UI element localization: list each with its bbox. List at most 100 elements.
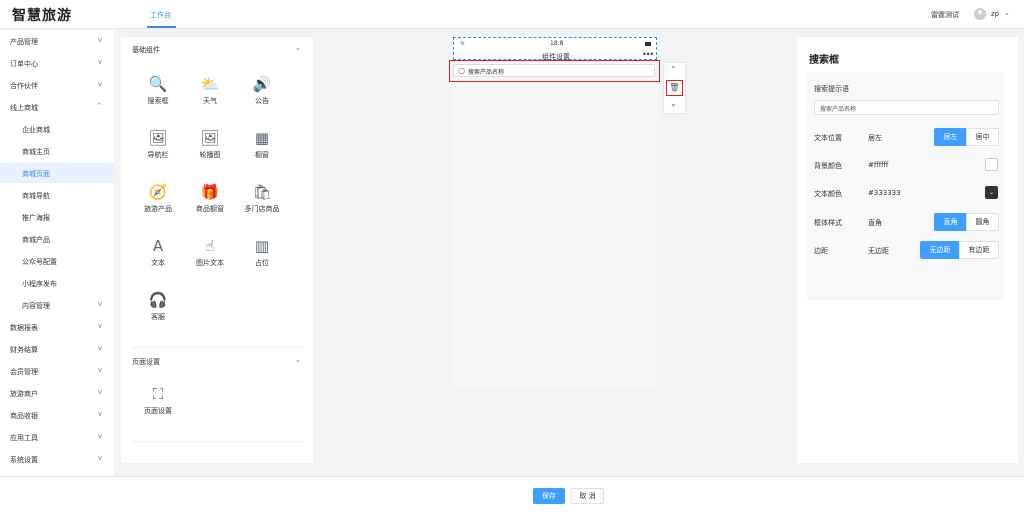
- square-corner-button[interactable]: 直角: [934, 213, 967, 231]
- settings-title: 搜索框: [809, 55, 839, 66]
- component-label: 旅游产品: [144, 205, 172, 213]
- headset-icon: 🎧: [148, 291, 168, 309]
- bg-color-swatch[interactable]: [985, 158, 998, 171]
- round-corner-button[interactable]: 圆角: [966, 213, 999, 231]
- delete-icon[interactable]: 🗑: [666, 80, 683, 96]
- settings-panel: 搜索框 搜索提示语 搜索产品名称 文本位置 居左 居左 居中 背景颜色 #fff…: [797, 37, 1018, 463]
- component-page-settings[interactable]: ⛶ 页面设置: [131, 385, 185, 416]
- component-weather[interactable]: ⛅ 天气: [183, 75, 237, 106]
- sidebar-subitem-mall-home[interactable]: 商城主页: [0, 140, 114, 161]
- component-carousel[interactable]: 🖼 轮播图: [183, 129, 237, 160]
- divider: [132, 441, 302, 442]
- basic-components-title: 基础组件: [132, 46, 160, 54]
- with-margin-button[interactable]: 有边距: [959, 241, 999, 259]
- hint-value: 搜索产品名称: [820, 106, 857, 113]
- selected-search-component[interactable]: ○ 搜索产品名称: [449, 60, 660, 82]
- sidebar-item-label: 商城产品: [22, 236, 50, 244]
- shop-icon: 🛍: [252, 183, 272, 201]
- sidebar-item-label: 会员管理: [10, 368, 38, 376]
- sidebar-item-partners[interactable]: 合作伙伴 v: [0, 74, 114, 95]
- phone-header[interactable]: ≋ 18:8 组件设置 •••: [453, 37, 657, 61]
- user-name[interactable]: zp: [991, 10, 999, 18]
- sidebar-item-finance[interactable]: 财务结算 v: [0, 338, 114, 359]
- component-label: 橱窗: [255, 151, 269, 159]
- sidebar-item-label: 产品管理: [10, 38, 38, 46]
- component-showcase[interactable]: ▦ 橱窗: [235, 129, 289, 160]
- component-customer-service[interactable]: 🎧 客服: [131, 291, 185, 322]
- sidebar-item-members[interactable]: 会员管理 v: [0, 360, 114, 381]
- sidebar-subitem-content[interactable]: 内容管理 v: [0, 294, 114, 315]
- top-bar: 智慧旅游 工作台 雷霆测试 zp ⌄: [0, 0, 1024, 29]
- search-input[interactable]: ○ 搜索产品名称: [453, 64, 655, 77]
- chevron-down-icon: v: [97, 58, 102, 66]
- chevron-down-icon[interactable]: ⌄: [1004, 9, 1010, 17]
- account-label[interactable]: 雷霆测试: [931, 10, 959, 20]
- sidebar-item-label: 数据报表: [10, 324, 38, 332]
- sidebar-subitem-enterprise-mall[interactable]: 企业商城: [0, 118, 114, 139]
- image-icon: 🖼: [148, 129, 168, 147]
- chevron-down-icon: v: [97, 432, 102, 440]
- sidebar-subitem-wechat-config[interactable]: 公众号配置: [0, 250, 114, 271]
- page-settings-icon: ⛶: [152, 385, 164, 403]
- sidebar-item-product[interactable]: 产品管理 v: [0, 30, 114, 51]
- save-button[interactable]: 保存: [533, 488, 565, 504]
- sidebar-subitem-posters[interactable]: 推广海报: [0, 206, 114, 227]
- battery-icon: [645, 42, 651, 46]
- component-text[interactable]: A 文本: [131, 237, 185, 268]
- sidebar-item-reports[interactable]: 数据报表 v: [0, 316, 114, 337]
- component-label: 商品橱窗: [196, 205, 224, 213]
- component-placeholder[interactable]: ▥ 占位: [235, 237, 289, 268]
- chevron-down-icon: v: [97, 36, 102, 44]
- sidebar-item-merchants[interactable]: 旅游商户 v: [0, 382, 114, 403]
- active-tab-indicator: [147, 26, 176, 28]
- sidebar-item-cashier[interactable]: 商品收银 v: [0, 404, 114, 425]
- component-multistore-goods[interactable]: 🛍 多门店商品: [235, 183, 289, 214]
- component-navbar[interactable]: 🖼 导航栏: [131, 129, 185, 160]
- text-color-value: #333333: [868, 189, 901, 197]
- sidebar-item-label: 公众号配置: [22, 258, 57, 266]
- component-travel-products[interactable]: 🧭 旅游产品: [131, 183, 185, 214]
- component-notice[interactable]: 🔊 公告: [235, 75, 289, 106]
- align-center-button[interactable]: 居中: [966, 128, 999, 146]
- component-label: 占位: [255, 259, 269, 267]
- bg-color-value: #ffffff: [868, 161, 889, 169]
- sidebar-subitem-mall-products[interactable]: 商城产品: [0, 228, 114, 249]
- sidebar-item-system[interactable]: 系统设置 v: [0, 448, 114, 469]
- text-icon: A: [152, 237, 164, 255]
- chevron-down-icon[interactable]: ⌄: [295, 356, 301, 364]
- more-icon[interactable]: •••: [642, 50, 654, 59]
- avatar[interactable]: [974, 8, 986, 20]
- component-label: 轮播图: [199, 151, 221, 159]
- sidebar: 产品管理 v 订单中心 v 合作伙伴 v 线上商城 ^ 企业商城 商城主页 商城页面 商…: [0, 30, 114, 515]
- text-color-swatch[interactable]: ⌄: [985, 186, 998, 199]
- sidebar-subitem-miniapp-publish[interactable]: 小程序发布: [0, 272, 114, 293]
- component-search[interactable]: 🔍 搜索框: [131, 75, 185, 106]
- component-controls: ⌃ 🗑 ⌄: [664, 63, 685, 113]
- chevron-down-icon: v: [97, 80, 102, 88]
- wifi-icon: ≋: [460, 40, 466, 47]
- page-settings-title: 页面设置: [132, 358, 160, 366]
- text-color-label: 文本颜色: [814, 190, 842, 198]
- move-up-icon[interactable]: ⌃: [670, 65, 677, 74]
- sidebar-subitem-mall-nav[interactable]: 商城导航: [0, 184, 114, 205]
- hint-input[interactable]: 搜索产品名称: [814, 100, 999, 115]
- sidebar-item-online-mall[interactable]: 线上商城 ^: [0, 96, 114, 117]
- gift-icon: 🎁: [200, 183, 220, 201]
- component-image-text[interactable]: ☝ 图片文本: [183, 237, 237, 268]
- no-margin-button[interactable]: 无边距: [920, 241, 960, 259]
- sidebar-item-tools[interactable]: 应用工具 v: [0, 426, 114, 447]
- sidebar-item-orders[interactable]: 订单中心 v: [0, 52, 114, 73]
- phone-preview: ≋ 18:8 组件设置 •••: [453, 37, 657, 387]
- chevron-down-icon[interactable]: ⌄: [295, 44, 301, 52]
- align-left-button[interactable]: 居左: [934, 128, 967, 146]
- tab-workbench[interactable]: 工作台: [150, 10, 171, 20]
- component-goods-showcase[interactable]: 🎁 商品橱窗: [183, 183, 237, 214]
- sidebar-item-label: 商城主页: [22, 148, 50, 156]
- sidebar-subitem-mall-pages[interactable]: 商城页面: [0, 162, 114, 183]
- cancel-button[interactable]: 取 消: [571, 488, 604, 504]
- settings-card: 搜索提示语 搜索产品名称 文本位置 居左 居左 居中 背景颜色 #ffffff …: [807, 72, 1005, 300]
- sidebar-item-label: 小程序发布: [22, 280, 57, 288]
- component-label: 多门店商品: [244, 205, 280, 213]
- move-down-icon[interactable]: ⌄: [670, 99, 677, 108]
- sidebar-item-label: 应用工具: [10, 434, 38, 442]
